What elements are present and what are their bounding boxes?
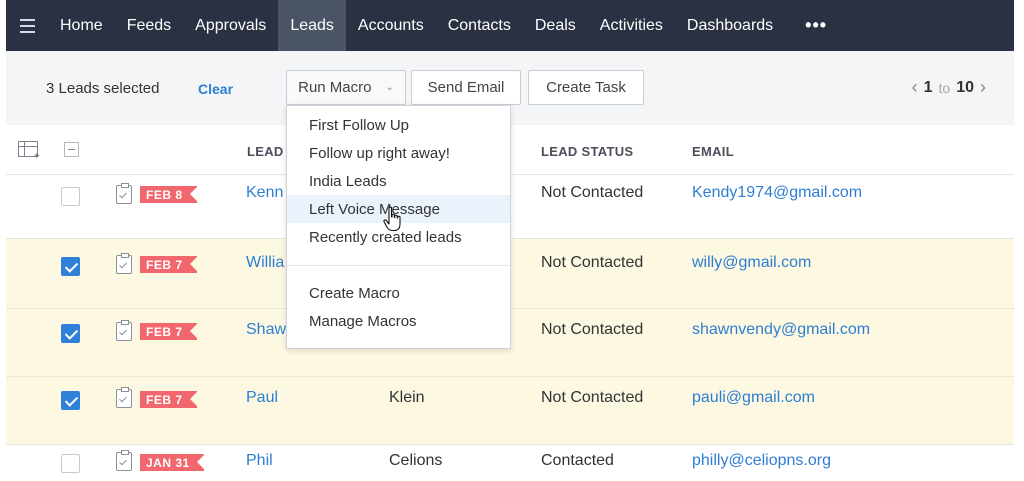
column-header-lead-status[interactable]: LEAD STATUS [541,144,633,159]
page-to-word: to [938,79,951,96]
lead-last-name: Klein [389,389,425,406]
task-icon[interactable] [116,253,132,274]
task-icon[interactable] [116,387,132,408]
send-email-button[interactable]: Send Email [411,70,521,105]
lead-email[interactable]: philly@celiopns.org [692,452,831,470]
manage-macros-item[interactable]: Manage Macros [287,307,510,335]
column-header-email[interactable]: EMAIL [692,144,734,159]
lead-status: Not Contacted [541,254,644,271]
date-tag: FEB 7 [140,256,198,273]
macro-item-first-follow-up[interactable]: First Follow Up [287,111,510,139]
row-checkbox[interactable] [61,257,80,276]
date-tag: FEB 7 [140,323,198,340]
hand-cursor-icon [383,206,401,232]
date-tag: JAN 31 [140,454,205,471]
nav-item-contacts[interactable]: Contacts [436,0,523,51]
more-icon[interactable]: ••• [785,15,847,36]
lead-email[interactable]: Kendy1974@gmail.com [692,184,862,202]
run-macro-label: Run Macro [298,79,372,96]
row-checkbox[interactable] [61,324,80,343]
chevron-down-icon: ⌄ [385,82,394,93]
macro-item-follow-up-right-away[interactable]: Follow up right away! [287,139,510,167]
menu-divider [287,265,510,266]
row-checkbox[interactable] [61,454,80,473]
nav-item-dashboards[interactable]: Dashboards [675,0,785,51]
page-to: 10 [956,78,974,96]
run-macro-button[interactable]: Run Macro ⌄ [286,70,406,105]
nav-item-activities[interactable]: Activities [588,0,675,51]
lead-first-name[interactable]: Shaw [246,321,286,339]
lead-email[interactable]: shawnvendy@gmail.com [692,321,870,339]
page-from: 1 [923,78,933,96]
prev-page-icon[interactable]: ‹ [912,77,918,98]
pagination: ‹ 1 to 10 › [912,77,986,98]
lead-email[interactable]: pauli@gmail.com [692,389,815,407]
column-header-lead[interactable]: LEAD [247,144,284,159]
create-task-button[interactable]: Create Task [528,70,644,105]
nav-item-deals[interactable]: Deals [523,0,588,51]
macro-item-india-leads[interactable]: India Leads [287,167,510,195]
date-tag: FEB 7 [140,391,198,408]
row-checkbox[interactable] [61,187,80,206]
hamburger-menu-icon[interactable] [6,0,48,51]
task-icon[interactable] [116,320,132,341]
lead-status: Not Contacted [541,184,644,201]
nav-item-approvals[interactable]: Approvals [183,0,278,51]
nav-item-leads[interactable]: Leads [278,0,346,51]
clear-selection-link[interactable]: Clear [198,81,233,97]
lead-status: Not Contacted [541,389,644,406]
nav-item-feeds[interactable]: Feeds [115,0,183,51]
lead-last-name: Celions [389,452,443,469]
lead-status: Contacted [541,452,614,469]
next-page-icon[interactable]: › [980,77,986,98]
nav-item-home[interactable]: Home [48,0,115,51]
task-icon[interactable] [116,450,132,471]
lead-status: Not Contacted [541,321,644,338]
row-checkbox[interactable] [61,391,80,410]
create-macro-item[interactable]: Create Macro [287,279,510,307]
table-row[interactable]: FEB 7 Paul Klein Not Contacted pauli@gma… [6,377,1014,445]
lead-first-name[interactable]: Willia [246,254,284,272]
table-row[interactable]: JAN 31 Phil Celions Contacted philly@cel… [6,445,1014,481]
selected-count-label: 3 Leads selected [46,80,160,97]
nav-item-accounts[interactable]: Accounts [346,0,436,51]
add-column-icon: + [34,151,40,162]
lead-first-name[interactable]: Kenn [246,184,283,202]
top-nav: Home Feeds Approvals Leads Accounts Cont… [6,0,1014,51]
date-tag: FEB 8 [140,186,198,203]
select-all-checkbox[interactable] [64,142,79,157]
lead-first-name[interactable]: Phil [246,452,273,470]
task-icon[interactable] [116,183,132,204]
lead-first-name[interactable]: Paul [246,389,278,407]
lead-email[interactable]: willy@gmail.com [692,254,811,272]
